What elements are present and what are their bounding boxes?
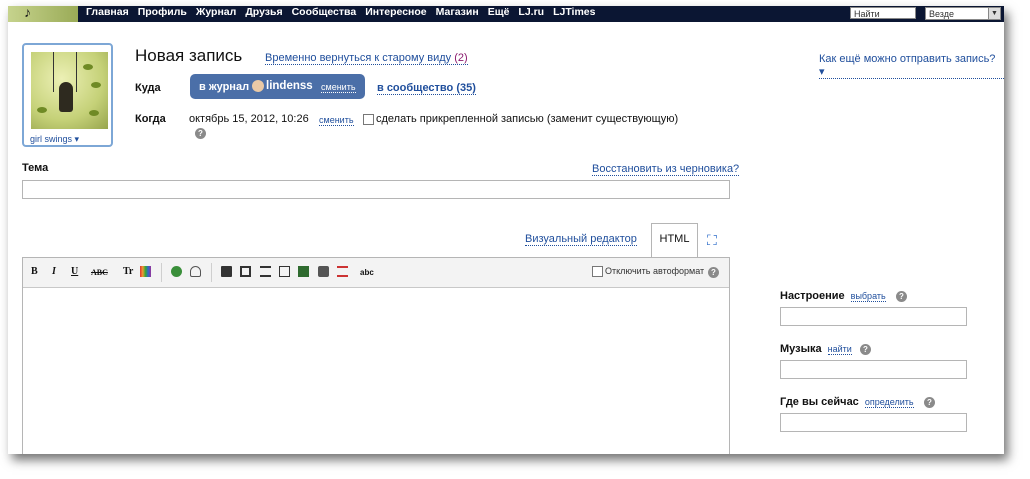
format-clear-icon[interactable] <box>337 266 348 277</box>
userpic-label[interactable]: girl swings ▾ <box>30 134 79 145</box>
nav-item-profile[interactable]: Профиль <box>138 6 187 22</box>
mood-choose-link[interactable]: выбрать <box>850 291 886 302</box>
change-date-link[interactable]: сменить <box>319 115 354 126</box>
color-icon[interactable] <box>140 266 151 277</box>
leaf-decoration <box>89 110 99 116</box>
nav-menu: Главная Профиль Журнал Друзья Сообщества… <box>86 6 596 22</box>
caret-down-icon: ▾ <box>819 66 825 78</box>
caret-down-icon: ▾ <box>74 134 80 144</box>
poll-icon[interactable] <box>318 266 329 277</box>
old-view-link[interactable]: Временно вернуться к старому виду (2) <box>265 52 468 65</box>
userpic-selector[interactable]: girl swings ▾ <box>22 43 113 147</box>
leaf-decoration <box>83 64 93 70</box>
expand-icon[interactable]: ⛶ <box>707 232 717 249</box>
nav-item-interesting[interactable]: Интересное <box>365 6 426 22</box>
search-scope-value: Везде <box>929 9 954 19</box>
cut-icon[interactable] <box>260 266 271 277</box>
mood-input[interactable] <box>780 307 967 326</box>
spellcheck-button[interactable]: abc <box>360 268 374 277</box>
music-find-link[interactable]: найти <box>827 344 852 355</box>
toolbar-divider <box>161 263 162 282</box>
old-view-text: Временно вернуться к старому виду <box>265 52 452 64</box>
location-label: Где вы сейчас определить <box>780 396 914 408</box>
editor-toolbar: B I U ABC Tr abc Отключить автоформат ? <box>23 258 729 288</box>
help-icon[interactable]: ? <box>896 291 907 302</box>
italic-button[interactable]: I <box>52 266 56 277</box>
nav-item-shop[interactable]: Магазин <box>436 6 479 22</box>
location-detect-link[interactable]: определить <box>864 397 914 408</box>
avatar <box>31 52 108 129</box>
journal-username: lindenss <box>266 80 313 92</box>
sticky-checkbox[interactable] <box>363 114 374 125</box>
subject-label: Тема <box>22 162 49 174</box>
leaf-decoration <box>37 107 47 113</box>
music-input[interactable] <box>780 360 967 379</box>
embed-icon[interactable] <box>298 266 309 277</box>
video-icon[interactable] <box>240 266 251 277</box>
autoformat-label: Отключить автоформат <box>605 266 705 276</box>
font-size-button[interactable]: Tr <box>123 266 133 277</box>
old-view-count: (2) <box>454 52 468 64</box>
nav-item-communities[interactable]: Сообщества <box>292 6 357 22</box>
music-label-text: Музыка <box>780 343 822 355</box>
user-tag-icon[interactable] <box>190 266 201 277</box>
underline-button[interactable]: U <box>71 266 78 277</box>
bold-button[interactable]: B <box>31 266 38 277</box>
location-input[interactable] <box>780 413 967 432</box>
toolbar-divider <box>211 263 212 282</box>
top-navigation: ♪ Главная Профиль Журнал Друзья Сообщест… <box>8 6 1004 22</box>
autoformat-checkbox[interactable] <box>592 266 603 277</box>
swing-rope-left <box>53 52 54 92</box>
swing-rope-right <box>76 52 77 92</box>
tab-visual-editor[interactable]: Визуальный редактор <box>525 233 637 246</box>
nav-item-more[interactable]: Ещё <box>488 6 510 22</box>
nav-item-ljtimes[interactable]: LJTimes <box>553 6 595 22</box>
leaf-decoration <box>91 82 101 88</box>
tab-html[interactable]: HTML <box>651 223 698 258</box>
journal-target-button[interactable]: в журнал lindenss сменить <box>190 74 365 99</box>
community-target-link[interactable]: в сообщество (35) <box>377 82 476 95</box>
strikethrough-button[interactable]: ABC <box>91 268 108 277</box>
nav-item-home[interactable]: Главная <box>86 6 129 22</box>
how-else-link[interactable]: Как ещё можно отправить запись? ▾ <box>819 53 1004 79</box>
help-icon[interactable]: ? <box>195 128 206 139</box>
change-journal-link[interactable]: сменить <box>321 82 356 93</box>
how-else-text: Как ещё можно отправить запись? <box>819 53 996 65</box>
lj-logo[interactable]: ♪ <box>8 6 78 22</box>
help-icon[interactable]: ? <box>860 344 871 355</box>
link-icon[interactable] <box>171 266 182 277</box>
location-label-text: Где вы сейчас <box>780 396 859 408</box>
logo-mark-icon: ♪ <box>24 6 31 20</box>
user-icon <box>252 80 264 92</box>
when-label: Когда <box>135 113 166 125</box>
page-frame: ♪ Главная Профиль Журнал Друзья Сообщест… <box>8 6 1004 454</box>
swing-figure <box>59 82 73 112</box>
help-icon[interactable]: ? <box>924 397 935 408</box>
nav-item-journal[interactable]: Журнал <box>196 6 236 22</box>
subject-input[interactable] <box>22 180 730 199</box>
restore-draft-link[interactable]: Восстановить из черновика? <box>592 163 740 176</box>
page-title: Новая запись <box>135 46 243 65</box>
chevron-down-icon: ▼ <box>988 8 1000 19</box>
mood-label: Настроение выбрать <box>780 290 886 302</box>
search-scope-select[interactable]: Везде ▼ <box>925 7 1001 20</box>
image-icon[interactable] <box>221 266 232 277</box>
music-label: Музыка найти <box>780 343 852 355</box>
where-label: Куда <box>135 82 161 94</box>
nav-item-friends[interactable]: Друзья <box>245 6 282 22</box>
editor-area[interactable]: B I U ABC Tr abc Отключить автоформат ? <box>22 257 730 454</box>
post-date: октябрь 15, 2012, 10:26 <box>189 113 309 125</box>
journal-prefix: в журнал <box>199 81 250 93</box>
sticky-label: сделать прикрепленной записью (заменит с… <box>376 113 679 125</box>
mood-label-text: Настроение <box>780 290 845 302</box>
nav-item-ljru[interactable]: LJ.ru <box>518 6 544 22</box>
search-input[interactable]: Найти <box>850 7 916 19</box>
table-icon[interactable] <box>279 266 290 277</box>
userpic-name: girl swings <box>30 134 73 144</box>
help-icon[interactable]: ? <box>708 267 719 278</box>
